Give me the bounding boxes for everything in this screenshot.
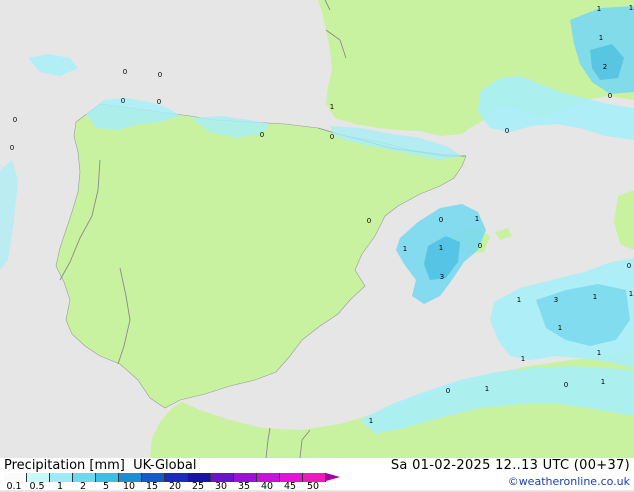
precip-value-label: 1 — [517, 296, 521, 304]
precip-value-label: 0 — [367, 217, 371, 225]
precipitation-map: 1 1 1 2 0 0 0 0 0 0 0 1 0 0 0 0 0 1 1 1 0 3 0 1 3 1 1 1 1 1 0 1 0 1 1 — [0, 0, 634, 458]
precip-value-label: 0 — [478, 242, 482, 250]
precip-value-label: 0 — [439, 216, 443, 224]
legend-label: 5 — [102, 481, 110, 492]
legend-label: 20 — [168, 481, 182, 492]
precip-value-label: 0 — [627, 262, 631, 270]
model-name: UK-Global — [133, 458, 197, 473]
precip-value-label: 1 — [629, 4, 633, 12]
precip-value-label: 1 — [593, 293, 597, 301]
precip-value-label: 3 — [554, 296, 558, 304]
precip-value-label: 1 — [597, 5, 601, 13]
precip-value-label: 1 — [521, 355, 525, 363]
legend-label: 0.1 — [6, 481, 22, 492]
legend-label: 0.5 — [29, 481, 45, 492]
legend-label: 30 — [214, 481, 228, 492]
precip-value-label: 1 — [475, 215, 479, 223]
precip-value-label: 0 — [330, 133, 334, 141]
precip-value-label: 0 — [123, 68, 127, 76]
legend-label: 50 — [306, 481, 320, 492]
precip-value-label: 1 — [330, 103, 334, 111]
precip-value-label: 1 — [629, 290, 633, 298]
legend-arrow-icon — [326, 473, 340, 481]
precip-value-label: 0 — [10, 144, 14, 152]
precip-value-label: 1 — [599, 34, 603, 42]
precip-value-label: 1 — [558, 324, 562, 332]
precip-value-label: 0 — [121, 97, 125, 105]
precip-value-label: 2 — [603, 63, 607, 71]
map-footer: Precipitation [mm] UK-Global Sa 01-02-20… — [0, 458, 634, 492]
legend-label: 2 — [79, 481, 87, 492]
precip-value-label: 0 — [446, 387, 450, 395]
precip-value-label: 1 — [601, 378, 605, 386]
precip-value-label: 3 — [440, 273, 444, 281]
legend-label: 40 — [260, 481, 274, 492]
run-info: Sa 01-02-2025 12..13 UTC (00+37) — [390, 458, 630, 473]
precip-value-label: 0 — [608, 92, 612, 100]
precip-value-label: 1 — [403, 245, 407, 253]
precip-value-label: 1 — [597, 349, 601, 357]
precipitation-title: Precipitation [mm] — [4, 458, 125, 473]
legend-label: 10 — [122, 481, 136, 492]
precip-value-label: 1 — [369, 417, 373, 425]
precip-value-label: 0 — [13, 116, 17, 124]
precip-value-label: 1 — [485, 385, 489, 393]
legend-label: 45 — [283, 481, 297, 492]
precip-value-label: 0 — [505, 127, 509, 135]
legend-label: 25 — [191, 481, 205, 492]
precip-value-label: 0 — [260, 131, 264, 139]
precip-value-label: 0 — [157, 98, 161, 106]
precip-value-label: 1 — [439, 244, 443, 252]
credit-link[interactable]: ©weatheronline.co.uk — [508, 475, 630, 488]
precip-value-label: 0 — [158, 71, 162, 79]
legend-label: 1 — [56, 481, 64, 492]
map-title: Precipitation [mm] UK-Global — [4, 458, 196, 473]
legend-label: 15 — [145, 481, 159, 492]
precip-value-label: 0 — [564, 381, 568, 389]
legend-label: 35 — [237, 481, 251, 492]
